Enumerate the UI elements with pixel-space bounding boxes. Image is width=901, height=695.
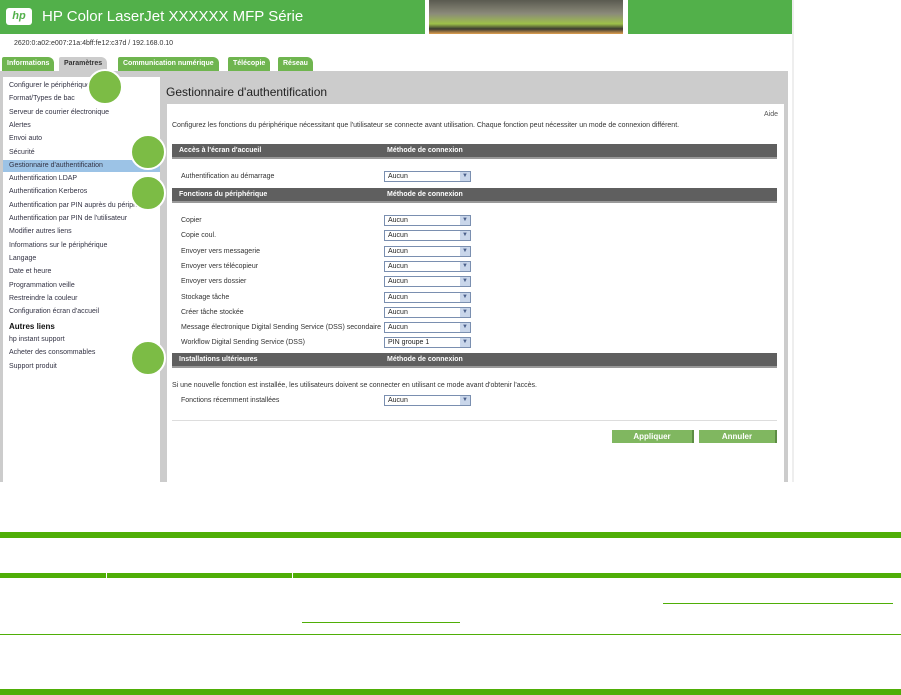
other-link[interactable]: hp instant support — [6, 334, 156, 346]
sidebar-item[interactable]: Date et heure — [6, 266, 156, 278]
login-method-select[interactable]: PIN groupe 1 ▼ — [384, 337, 471, 349]
sidebar-item[interactable]: Format/Types de bac — [6, 93, 156, 105]
apply-button[interactable]: Appliquer — [612, 430, 694, 443]
login-method-select[interactable]: Aucun ▼ — [384, 215, 471, 226]
sidebar-item[interactable]: Programmation veille — [6, 280, 156, 292]
chevron-down-icon[interactable]: ▼ — [460, 292, 470, 302]
callout-marker-3 — [130, 175, 166, 211]
method-header: Méthode de connexion — [387, 191, 463, 198]
select-value: Aucun — [388, 247, 408, 255]
other-links-heading: Autres liens — [9, 322, 55, 331]
table-header-rule — [293, 573, 901, 578]
section-header-home-access: Accès à l'écran d'accueil Méthode de conn… — [172, 144, 777, 159]
section-header-future-installs: Installations ultérieures Méthode de conn… — [172, 353, 777, 368]
chevron-down-icon[interactable]: ▼ — [460, 261, 470, 271]
select-value: Aucun — [388, 278, 408, 286]
chevron-down-icon[interactable]: ▼ — [460, 307, 470, 317]
sidebar-item[interactable]: Alertes — [6, 120, 156, 132]
table-row-rule — [0, 634, 901, 635]
select-value: Aucun — [388, 308, 408, 316]
select-value: Aucun — [388, 397, 408, 404]
table-bottom-rule — [0, 689, 901, 695]
method-header: Méthode de connexion — [387, 356, 463, 363]
function-label: Stockage tâche — [181, 293, 230, 301]
table-header-rule — [107, 573, 292, 578]
device-address: 2620:0:a02:e007:21a:4bff:fe12:c37d / 192… — [14, 40, 174, 47]
login-method-select[interactable]: Aucun ▼ — [384, 260, 471, 272]
chevron-down-icon[interactable]: ▼ — [460, 172, 470, 181]
select-value: Aucun — [388, 293, 408, 301]
sidebar-item[interactable]: Modifier autres liens — [6, 226, 156, 238]
select-value: Aucun — [388, 173, 408, 180]
function-label: Envoyer vers dossier — [181, 278, 247, 286]
chevron-down-icon[interactable]: ▼ — [460, 277, 470, 287]
select-value: PIN groupe 1 — [388, 339, 430, 347]
section-title: Fonctions du périphérique — [179, 191, 268, 198]
link-underline[interactable] — [302, 622, 460, 623]
sidebar-item[interactable]: Configurer le périphérique — [6, 80, 156, 92]
banner-photo — [429, 0, 623, 34]
sidebar-item[interactable]: Authentification par PIN de l'utilisateu… — [6, 213, 156, 225]
table-header-rule — [0, 573, 106, 578]
function-label: Authentification au démarrage — [181, 173, 275, 180]
chevron-down-icon[interactable]: ▼ — [460, 231, 470, 241]
function-label: Envoyer vers messagerie — [181, 247, 260, 255]
page-title: Gestionnaire d'authentification — [166, 85, 328, 99]
section-title: Accès à l'écran d'accueil — [179, 147, 262, 154]
section-title: Installations ultérieures — [179, 356, 258, 363]
select-value: Aucun — [388, 262, 408, 270]
chevron-down-icon[interactable]: ▼ — [460, 246, 470, 256]
login-method-select[interactable]: Aucun ▼ — [384, 395, 471, 406]
main-panel — [167, 104, 784, 482]
callout-marker-1 — [87, 69, 123, 105]
sidebar-item[interactable]: Langage — [6, 253, 156, 265]
function-label: Fonctions récemment installées — [181, 397, 280, 404]
login-method-select[interactable]: Aucun ▼ — [384, 171, 471, 182]
login-method-select[interactable]: Aucun ▼ — [384, 322, 471, 334]
function-label: Message électronique Digital Sending Ser… — [181, 324, 381, 332]
sidebar-item[interactable]: Serveur de courrier électronique — [6, 107, 156, 119]
chevron-down-icon[interactable]: ▼ — [460, 323, 470, 333]
chevron-down-icon[interactable]: ▼ — [460, 216, 470, 225]
callout-marker-2 — [130, 134, 166, 170]
table-top-rule — [0, 532, 901, 538]
sidebar-item[interactable]: Configuration écran d'accueil — [6, 306, 156, 318]
tab-communication-numerique[interactable]: Communication numérique — [118, 57, 219, 71]
divider — [792, 0, 794, 482]
chevron-down-icon[interactable]: ▼ — [460, 338, 470, 348]
device-title: HP Color LaserJet XXXXXX MFP Série — [42, 8, 304, 25]
login-method-select[interactable]: Aucun ▼ — [384, 230, 471, 242]
section-header-device-functions: Fonctions du périphérique Méthode de conn… — [172, 188, 777, 203]
future-installs-note: Si une nouvelle fonction est installée, … — [172, 382, 537, 389]
callout-marker-4 — [130, 340, 166, 376]
login-method-select[interactable]: Aucun ▼ — [384, 306, 471, 318]
login-method-select[interactable]: Aucun ▼ — [384, 245, 471, 257]
select-value: Aucun — [388, 232, 408, 240]
function-label: Workflow Digital Sending Service (DSS) — [181, 339, 305, 347]
function-label: Envoyer vers télécopieur — [181, 262, 259, 270]
intro-text: Configurez les fonctions du périphérique… — [172, 122, 680, 129]
select-value: Aucun — [388, 217, 408, 224]
divider — [172, 420, 777, 421]
function-label: Copier — [181, 217, 202, 224]
select-value: Aucun — [388, 324, 408, 332]
tab-telecopie[interactable]: Télécopie — [228, 57, 271, 71]
sidebar-item[interactable]: Informations sur le périphérique — [6, 240, 156, 252]
sidebar-item[interactable]: Restreindre la couleur — [6, 293, 156, 305]
function-label: Copie coul. — [181, 232, 217, 240]
login-method-select[interactable]: Aucun ▼ — [384, 291, 471, 303]
header-banner-right — [628, 0, 792, 34]
tab-reseau[interactable]: Réseau — [278, 57, 313, 71]
method-header: Méthode de connexion — [387, 147, 463, 154]
login-method-select[interactable]: Aucun ▼ — [384, 276, 471, 288]
cancel-button[interactable]: Annuler — [699, 430, 777, 443]
chevron-down-icon[interactable]: ▼ — [460, 396, 470, 405]
help-link[interactable]: Aide — [764, 111, 778, 118]
tab-informations[interactable]: Informations — [2, 57, 55, 71]
link-underline[interactable] — [663, 603, 893, 604]
function-label: Créer tâche stockée — [181, 308, 244, 316]
hp-logo: hp — [6, 8, 32, 25]
